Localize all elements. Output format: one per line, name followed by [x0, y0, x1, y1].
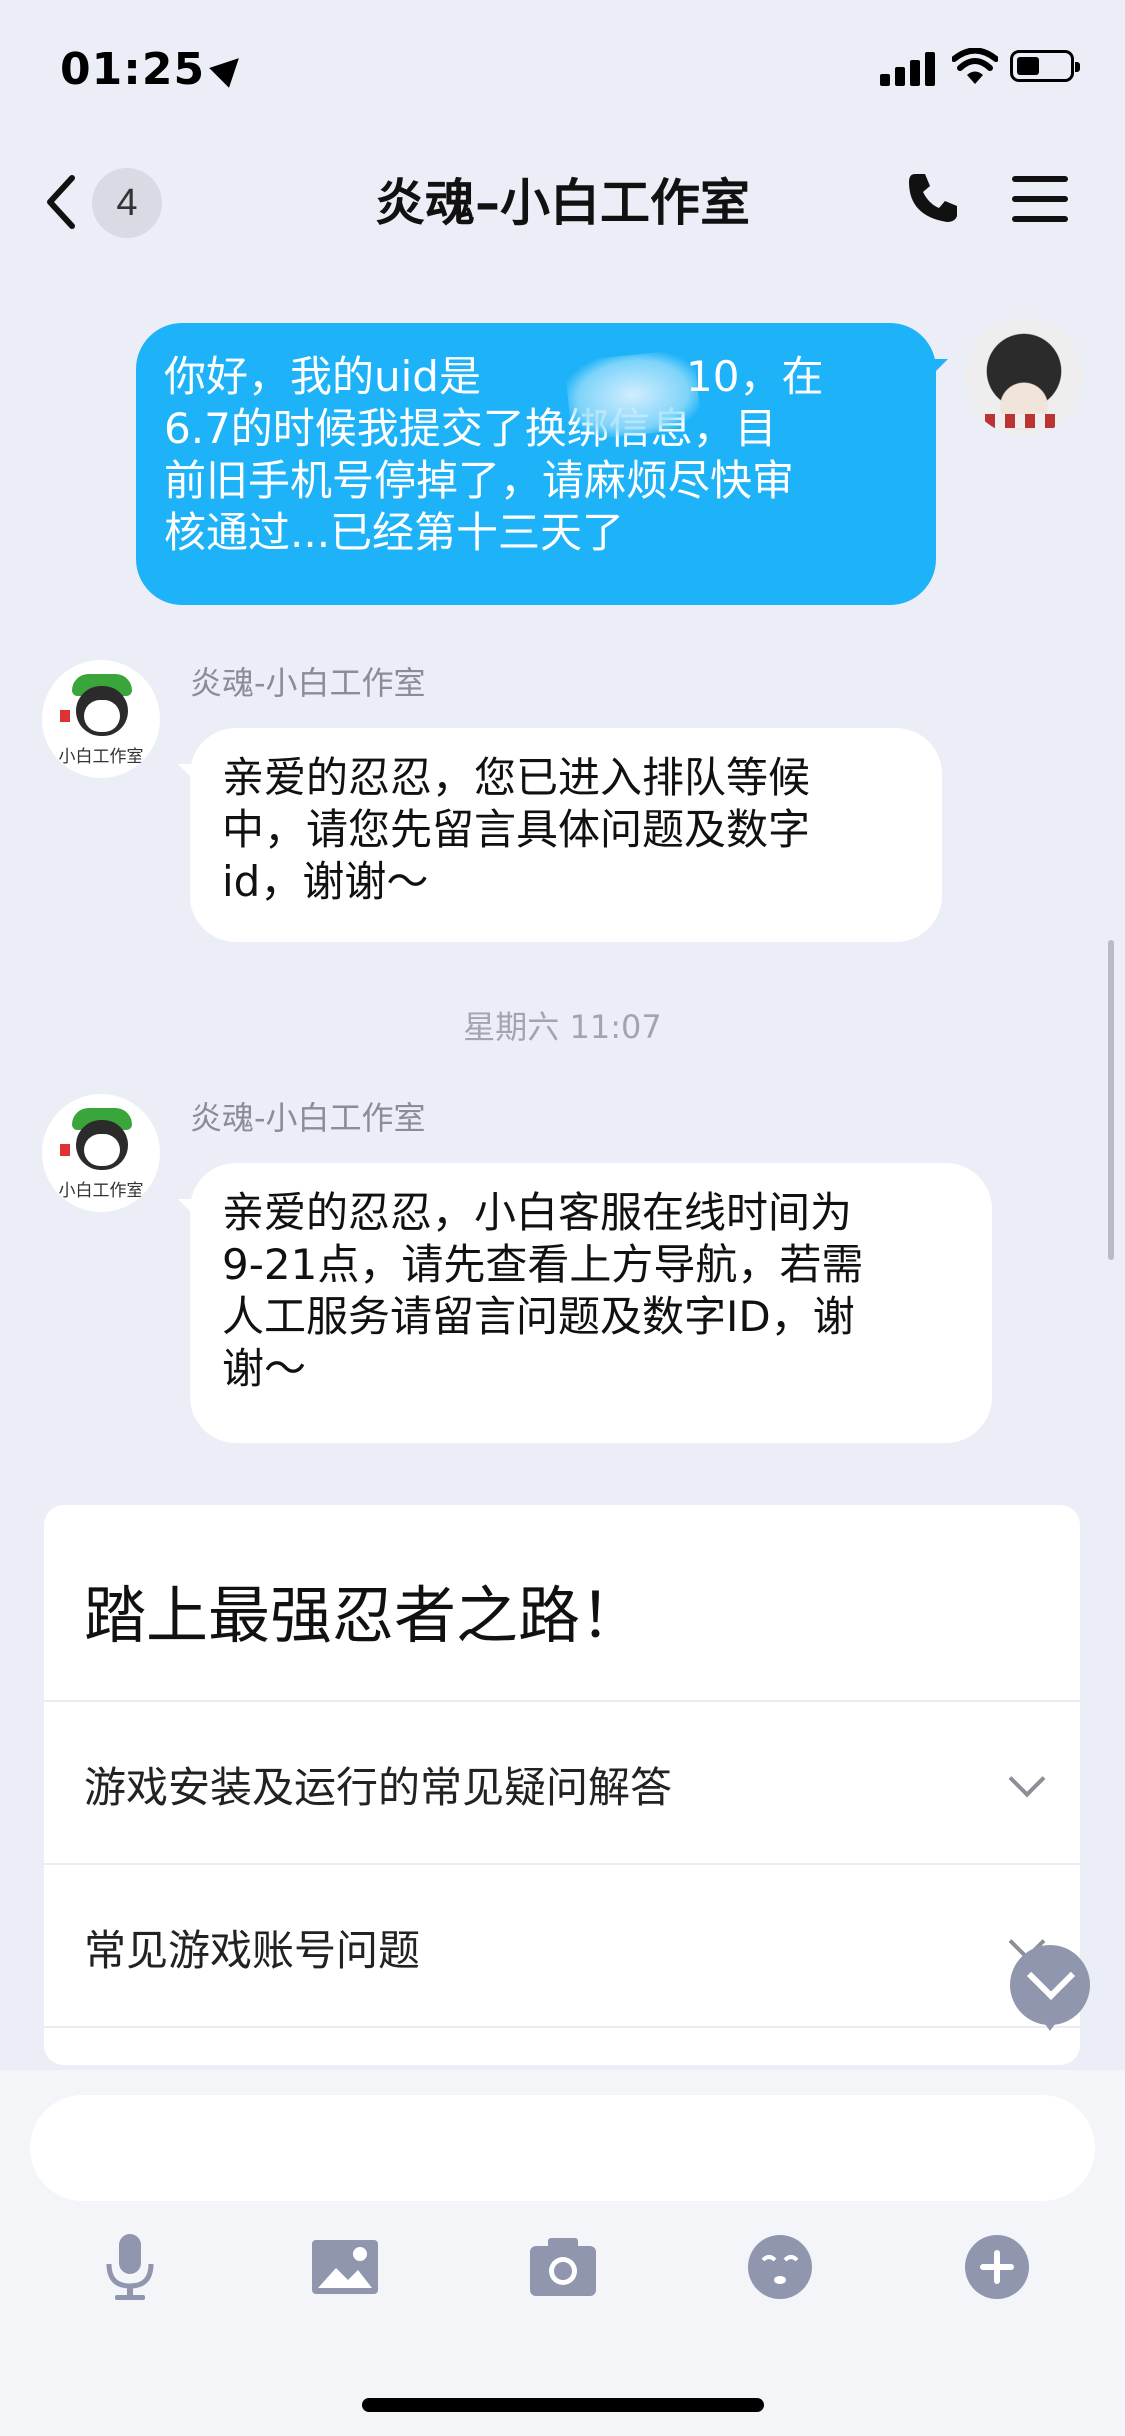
message-line: 亲爱的忍忍，小白客服在线时间为: [222, 1188, 853, 1237]
message-input[interactable]: [30, 2095, 1095, 2201]
scrollbar[interactable]: [1108, 940, 1114, 1260]
home-indicator[interactable]: [362, 2398, 764, 2412]
faq-navigation-card: 踏上最强忍者之路！ 游戏安装及运行的常见疑问解答 常见游戏账号问题: [44, 1505, 1080, 2065]
message-line: 6.7的时候我提交了换绑信息，目: [164, 404, 777, 453]
incoming-message-bubble: 亲爱的忍忍，小白客服在线时间为 9-21点，请先查看上方导航，若需 人工服务请留…: [178, 1163, 992, 1443]
scroll-to-bottom-button[interactable]: [1010, 1945, 1090, 2031]
message-line: 前旧手机号停掉了，请麻烦尽快审: [164, 456, 795, 505]
message-line-tail: 10，在: [686, 352, 824, 401]
message-timestamp: 星期六 11:07: [463, 1008, 662, 1046]
wifi-icon: [952, 48, 998, 84]
bot-avatar[interactable]: 小白工作室: [42, 1094, 160, 1212]
microphone-icon[interactable]: [95, 2232, 165, 2302]
message-line: 谢～: [222, 1344, 307, 1393]
message-line: 中，请您先留言具体问题及数字: [222, 805, 811, 854]
user-avatar[interactable]: [965, 318, 1083, 436]
sender-name: 炎魂-小白工作室: [190, 1099, 426, 1137]
phone-icon[interactable]: [905, 170, 961, 226]
cellular-signal-icon: [880, 52, 936, 86]
faq-item[interactable]: [44, 2026, 1080, 2065]
message-line: 人工服务请留言问题及数字ID，谢: [222, 1292, 855, 1341]
camera-icon[interactable]: [528, 2232, 598, 2302]
faq-item[interactable]: 游戏安装及运行的常见疑问解答: [44, 1700, 1080, 1864]
faq-item[interactable]: 常见游戏账号问题: [44, 1863, 1080, 2027]
message-line: 9-21点，请先查看上方导航，若需: [222, 1240, 864, 1289]
outgoing-message-bubble: 你好，我的uid是 10，在 6.7的时候我提交了换绑信息，目 前旧手机号停掉了…: [136, 323, 948, 605]
message-line: 你好，我的uid是: [164, 352, 481, 401]
battery-icon: [1010, 50, 1080, 82]
bot-avatar[interactable]: 小白工作室: [42, 660, 160, 778]
image-icon[interactable]: [310, 2232, 380, 2302]
menu-icon[interactable]: [1012, 176, 1068, 222]
location-arrow-icon: [209, 48, 249, 88]
sender-name: 炎魂-小白工作室: [190, 664, 426, 702]
card-title: 踏上最强忍者之路！: [84, 1579, 643, 1652]
message-line: 亲爱的忍忍，您已进入排队等候: [222, 753, 811, 802]
incoming-message-bubble: 亲爱的忍忍，您已进入排队等候 中，请您先留言具体问题及数字 id，谢谢～: [178, 728, 942, 942]
message-line: id，谢谢～: [222, 857, 429, 906]
chevron-down-icon: [1026, 1951, 1076, 2001]
plus-icon[interactable]: [962, 2232, 1032, 2302]
emoji-icon[interactable]: [745, 2232, 815, 2302]
message-line: 核通过...已经第十三天了: [164, 508, 625, 557]
redaction-scribble: [564, 348, 702, 442]
status-time: 01:25: [60, 44, 249, 95]
chevron-down-icon: [1008, 1760, 1046, 1798]
